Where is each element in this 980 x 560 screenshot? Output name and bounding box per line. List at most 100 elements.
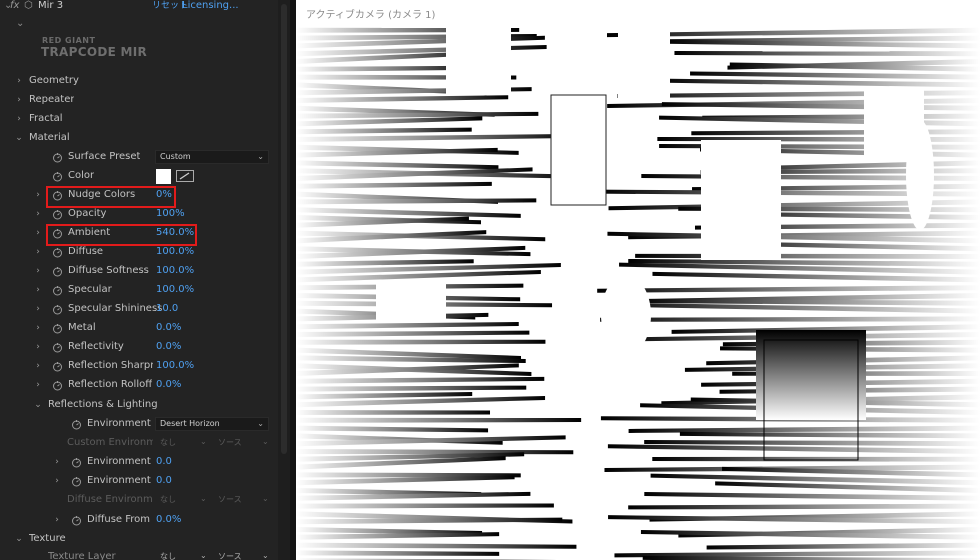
chevron-right-icon[interactable]: › — [52, 476, 62, 486]
prop-label: Diffuse Environmen — [67, 494, 153, 505]
render-stripe — [642, 555, 980, 560]
prop-specular: › Specular 100.0% — [0, 281, 278, 300]
stopwatch-icon[interactable] — [71, 457, 82, 468]
group-label: Reflections & Lighting — [48, 399, 158, 410]
prop-reflectivity: › Reflectivity 0.0% — [0, 338, 278, 357]
chevron-right-icon[interactable]: › — [33, 323, 43, 333]
logo-line1: RED GIANT — [42, 36, 96, 45]
prop-label: Color — [68, 170, 95, 181]
cube-icon: ⬡ — [24, 0, 33, 11]
stopwatch-icon[interactable] — [52, 323, 63, 334]
opacity-value[interactable]: 100% — [156, 208, 185, 219]
stopwatch-icon[interactable] — [52, 380, 63, 391]
group-fractal[interactable]: › Fractal — [0, 110, 278, 129]
chevron-down-icon[interactable]: ⌄ — [16, 18, 24, 30]
prop-label: Texture Layer — [48, 551, 116, 560]
chevron-right-icon[interactable]: › — [14, 95, 24, 105]
chevron-right-icon[interactable]: › — [33, 209, 43, 219]
group-repeater[interactable]: › Repeater — [0, 91, 278, 110]
source-dropdown[interactable]: ソース — [218, 437, 242, 448]
chevron-right-icon[interactable]: › — [33, 266, 43, 276]
dropdown-value: Custom — [160, 152, 191, 161]
reflection-rolloff-value[interactable]: 0.0% — [156, 379, 181, 390]
chevron-right-icon[interactable]: › — [52, 457, 62, 467]
render-stripe — [296, 181, 492, 189]
stopwatch-icon[interactable] — [71, 515, 82, 526]
render-stripe — [296, 160, 499, 170]
chevron-right-icon[interactable]: › — [33, 190, 43, 200]
composition-viewer[interactable]: アクティブカメラ (カメラ 1) — [296, 0, 980, 560]
source-dropdown[interactable]: ソース — [218, 494, 242, 505]
render-stripe — [296, 385, 527, 392]
render-stripe — [644, 492, 980, 501]
chevron-right-icon[interactable]: › — [14, 76, 24, 86]
specular-value[interactable]: 100.0% — [156, 284, 194, 295]
chevron-down-icon: ⌄ — [262, 551, 269, 560]
surface-preset-dropdown[interactable]: Custom ⌄ — [155, 150, 269, 164]
render-stripe — [296, 417, 582, 423]
layer-dropdown[interactable]: なし — [160, 437, 176, 448]
stopwatch-icon[interactable] — [52, 266, 63, 277]
layer-dropdown[interactable]: なし — [160, 494, 176, 505]
scrollbar-thumb[interactable] — [281, 4, 287, 454]
stopwatch-icon[interactable] — [52, 152, 63, 163]
chevron-right-icon[interactable]: › — [33, 228, 43, 238]
stopwatch-icon[interactable] — [52, 209, 63, 220]
stopwatch-icon[interactable] — [52, 361, 63, 372]
licensing-link[interactable]: Licensing... — [182, 0, 239, 12]
chevron-right-icon[interactable]: › — [33, 342, 43, 352]
group-reflections-lighting[interactable]: ⌄ Reflections & Lighting — [0, 396, 278, 415]
stopwatch-icon[interactable] — [52, 285, 63, 296]
stopwatch-icon[interactable] — [71, 419, 82, 430]
stopwatch-icon[interactable] — [52, 342, 63, 353]
panel-header: ⌄ fx ⬡ Mir 3 リセット Licensing... — [0, 0, 278, 14]
prop-reflection-rolloff: › Reflection Rolloff 0.0% — [0, 376, 278, 395]
diffuse-from-e-value[interactable]: 0.0% — [156, 514, 181, 525]
chevron-down-icon[interactable]: ⌄ — [14, 534, 24, 544]
chevron-down-icon[interactable]: ⌄ — [33, 400, 43, 410]
specular-shininess-value[interactable]: 10.0 — [156, 303, 178, 314]
group-material[interactable]: ⌄ Material — [0, 129, 278, 148]
render-stripe — [690, 71, 980, 80]
prop-label: Surface Preset — [68, 151, 141, 162]
metal-value[interactable]: 0.0% — [156, 322, 181, 333]
chevron-right-icon[interactable]: › — [52, 515, 62, 525]
reflectivity-value[interactable]: 0.0% — [156, 341, 181, 352]
chevron-right-icon[interactable]: › — [33, 361, 43, 371]
group-label: Repeater — [29, 94, 75, 105]
panel-scrollbar[interactable] — [278, 0, 290, 560]
chevron-down-icon[interactable]: ⌄ — [14, 133, 24, 143]
stopwatch-icon[interactable] — [71, 476, 82, 487]
prop-environment-e: › Environment E 0.0 — [0, 453, 278, 472]
chevron-right-icon[interactable]: › — [33, 304, 43, 314]
group-geometry[interactable]: › Geometry — [0, 72, 278, 91]
chevron-right-icon[interactable]: › — [33, 285, 43, 295]
render-stripe — [644, 440, 980, 447]
render-stripe — [296, 542, 577, 549]
stopwatch-icon[interactable] — [52, 247, 63, 258]
chevron-right-icon[interactable]: › — [33, 380, 43, 390]
color-swatch[interactable] — [156, 169, 171, 184]
render-stripe — [635, 253, 980, 259]
viewer-camera-label: アクティブカメラ (カメラ 1) — [304, 6, 438, 21]
diffuse-softness-value[interactable]: 100.0% — [156, 265, 194, 276]
fx-toggle[interactable]: fx — [10, 0, 19, 12]
eyedropper-icon[interactable] — [176, 170, 194, 182]
chevron-down-icon: ⌄ — [200, 437, 207, 446]
environment-map-dropdown[interactable]: Desert Horizon ⌄ — [155, 417, 269, 431]
reflection-sharpness-value[interactable]: 100.0% — [156, 360, 194, 371]
group-texture[interactable]: ⌄ Texture — [0, 530, 278, 549]
chevron-right-icon[interactable]: › — [33, 247, 43, 257]
source-dropdown[interactable]: ソース — [218, 551, 242, 560]
render-stripe — [674, 51, 980, 57]
chevron-right-icon[interactable]: › — [14, 114, 24, 124]
environment-e-value[interactable]: 0.0 — [156, 456, 172, 467]
group-label: Fractal — [29, 113, 63, 124]
stopwatch-icon[interactable] — [52, 171, 63, 182]
render-stripe — [628, 503, 980, 510]
layer-dropdown[interactable]: なし — [160, 551, 176, 560]
render-stripe — [658, 78, 980, 88]
environment-y-value[interactable]: 0.0 — [156, 475, 172, 486]
diffuse-value[interactable]: 100.0% — [156, 246, 194, 257]
stopwatch-icon[interactable] — [52, 304, 63, 315]
